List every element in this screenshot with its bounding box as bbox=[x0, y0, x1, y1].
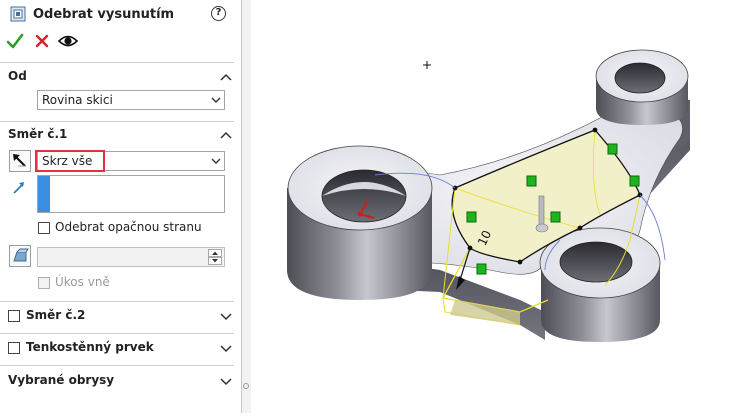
chevron-up-icon[interactable] bbox=[220, 130, 232, 140]
separator bbox=[0, 333, 234, 334]
chevron-down-icon[interactable] bbox=[220, 311, 232, 321]
extruded-cut-icon bbox=[10, 6, 26, 22]
direction-vector-icon[interactable] bbox=[11, 180, 27, 196]
cancel-button[interactable] bbox=[34, 30, 50, 52]
splitter-grip-icon[interactable] bbox=[243, 383, 249, 389]
from-dropdown[interactable]: Rovina skici bbox=[37, 90, 225, 110]
reverse-direction-button[interactable] bbox=[9, 150, 31, 172]
origin-marker-icon bbox=[423, 61, 431, 69]
direction2-section-title[interactable]: Směr č.2 bbox=[26, 308, 85, 322]
property-manager-panel: Odebrat vysunutím ? Od Rovina skici Směr… bbox=[0, 0, 241, 413]
graphics-viewport[interactable]: 10 bbox=[251, 0, 750, 413]
model-view bbox=[287, 49, 690, 342]
active-selection-indicator bbox=[38, 176, 50, 212]
highlight-box bbox=[35, 150, 105, 172]
selected-contours-section-title[interactable]: Vybrané obrysy bbox=[8, 373, 114, 387]
separator bbox=[0, 365, 234, 366]
spin-stepper-icon[interactable] bbox=[208, 249, 222, 265]
preview-button[interactable] bbox=[58, 30, 78, 52]
flip-side-label: Odebrat opačnou stranu bbox=[55, 220, 202, 234]
chevron-down-icon[interactable] bbox=[220, 343, 232, 353]
separator bbox=[0, 62, 234, 63]
chevron-down-icon bbox=[211, 158, 221, 164]
top-right-boss bbox=[595, 49, 689, 125]
ok-button[interactable] bbox=[6, 30, 24, 52]
draft-outward-label: Úkos vně bbox=[55, 275, 110, 289]
from-section-title: Od bbox=[8, 69, 27, 83]
direction2-checkbox[interactable] bbox=[8, 310, 20, 322]
left-boss bbox=[287, 145, 433, 300]
from-dropdown-value: Rovina skici bbox=[42, 93, 113, 107]
draft-angle-input[interactable] bbox=[37, 247, 225, 267]
flip-side-checkbox[interactable] bbox=[38, 222, 50, 234]
panel-header: Odebrat vysunutím ? bbox=[0, 0, 241, 30]
draft-button[interactable] bbox=[9, 245, 31, 267]
feature-title: Odebrat vysunutím bbox=[33, 7, 175, 22]
chevron-down-icon bbox=[211, 97, 221, 103]
separator bbox=[0, 121, 234, 122]
direction1-section-title: Směr č.1 bbox=[8, 127, 68, 141]
separator bbox=[0, 301, 234, 302]
direction-selection-box[interactable] bbox=[37, 175, 225, 213]
help-button[interactable]: ? bbox=[211, 6, 226, 21]
thin-feature-checkbox[interactable] bbox=[8, 342, 20, 354]
thin-feature-section-title[interactable]: Tenkostěnný prvek bbox=[26, 340, 154, 354]
draft-icon bbox=[13, 248, 29, 262]
chevron-down-icon[interactable] bbox=[220, 376, 232, 386]
reverse-direction-icon bbox=[13, 154, 26, 167]
draft-outward-checkbox[interactable] bbox=[38, 277, 50, 289]
chevron-up-icon[interactable] bbox=[220, 72, 232, 82]
bottom-right-boss bbox=[539, 227, 661, 342]
